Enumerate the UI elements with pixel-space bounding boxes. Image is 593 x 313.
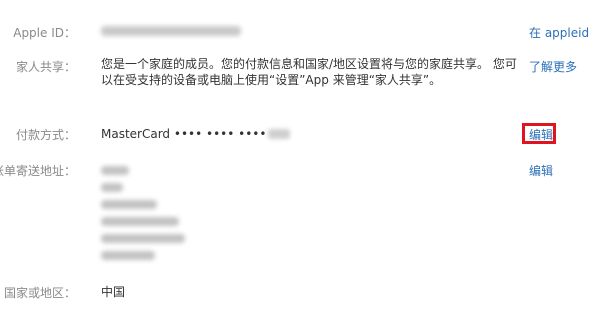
redacted-line [101, 217, 179, 226]
apple-id-link[interactable]: 在 appleid [529, 24, 589, 41]
redacted-line [101, 166, 129, 175]
billing-address-label: 账单寄送地址： [0, 164, 76, 178]
payment-card-value: MasterCard •••• •••• •••• [101, 126, 291, 142]
redacted-card-digits [268, 129, 291, 139]
learn-more-link[interactable]: 了解更多 [529, 58, 577, 75]
country-value: 中国 [101, 285, 126, 299]
apple-id-value-redacted [101, 24, 241, 40]
edit-billing-address-button[interactable]: 编辑 [529, 162, 553, 179]
payment-method-label: 付款方式： [15, 128, 76, 142]
billing-address-redacted [101, 162, 185, 264]
country-label: 国家或地区： [3, 286, 76, 300]
family-sharing-label: 家人共享： [15, 60, 76, 74]
card-type-text: MasterCard •••• •••• •••• [101, 127, 267, 141]
highlight-box [522, 123, 556, 144]
redacted-line [101, 234, 185, 243]
redacted-line [101, 200, 157, 209]
family-sharing-text: 您是一个家庭的成员。您的付款信息和国家/地区设置将与您的家庭共享。 您可以在受支… [101, 57, 517, 87]
redacted-email [101, 26, 241, 36]
apple-id-label: Apple ID： [13, 26, 76, 40]
redacted-line [101, 251, 155, 260]
redacted-line [101, 183, 123, 192]
